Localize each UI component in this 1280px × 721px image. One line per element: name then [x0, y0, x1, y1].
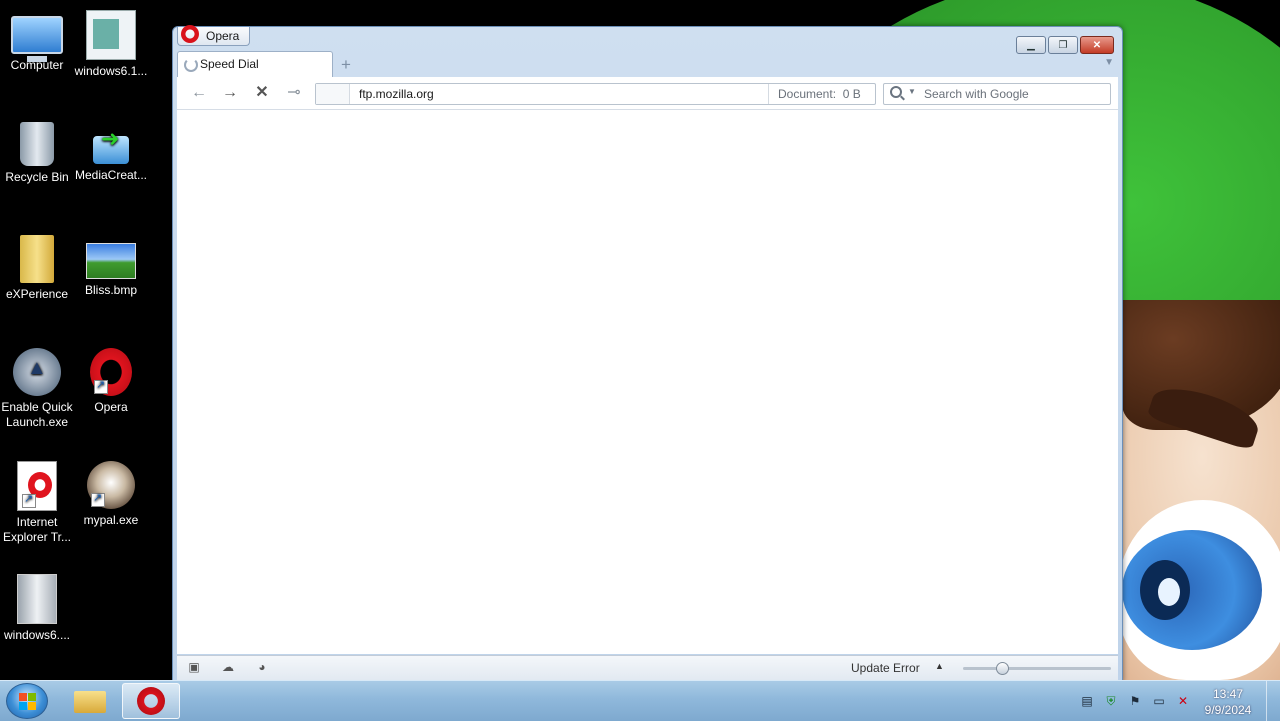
volume-muted-icon[interactable]: ✕: [1176, 694, 1190, 708]
media-creation-icon: [93, 126, 129, 164]
tab-bar: Speed Dial + ▼: [177, 51, 1118, 77]
computer-icon: [11, 16, 63, 62]
recycle-bin-icon: [20, 122, 54, 166]
mypal-icon: [87, 461, 135, 509]
desktop-icon-label: Recycle Bin: [5, 170, 69, 184]
document-tray-icon[interactable]: ▤: [1080, 694, 1094, 708]
restore-icon: ❐: [1058, 39, 1068, 51]
loading-spinner-icon: [184, 58, 198, 72]
opera-menu-label: Opera: [206, 29, 240, 43]
new-tab-button[interactable]: +: [341, 55, 351, 75]
installer-icon: [17, 574, 57, 624]
desktop-icon-label: windows6....: [3, 628, 71, 642]
opera-logo-icon: [181, 25, 199, 43]
tab-label: Speed Dial: [200, 57, 259, 71]
folder-icon: [74, 691, 106, 713]
zoom-slider-handle[interactable]: [996, 662, 1010, 675]
taskbar-opera-button[interactable]: [122, 683, 180, 719]
image-icon: [86, 243, 136, 279]
forward-arrow-icon[interactable]: →: [220, 83, 240, 103]
back-arrow-icon[interactable]: ←: [189, 83, 209, 103]
desktop-icon-ie-transfer[interactable]: Internet Explorer Tr...: [0, 461, 74, 545]
clock[interactable]: 13:47 9/9/2024: [1196, 686, 1260, 718]
address-separator: [768, 84, 769, 104]
opera-menu-button[interactable]: Opera: [177, 25, 251, 46]
network-icon[interactable]: ▭: [1152, 694, 1166, 708]
quick-launch-icon: [13, 348, 61, 396]
desktop-icon-label: Enable Quick Launch.exe: [1, 400, 73, 429]
desktop-icon-recycle-bin[interactable]: Recycle Bin: [0, 122, 74, 185]
site-badge[interactable]: [316, 84, 350, 104]
turbo-icon[interactable]: ◕: [255, 661, 269, 673]
desktop-icon-computer[interactable]: Computer: [0, 10, 74, 73]
folder-icon: [20, 235, 54, 283]
close-icon: ✕: [1092, 39, 1102, 51]
start-button[interactable]: [6, 683, 48, 719]
desktop-icon-quick-launch[interactable]: Enable Quick Launch.exe: [0, 348, 74, 430]
zoom-slider[interactable]: [963, 662, 1111, 675]
tab-list-chevron-icon[interactable]: ▼: [1104, 57, 1114, 68]
desktop-icon-media-creation[interactable]: MediaCreat...: [74, 122, 148, 183]
document-label: Document:: [778, 87, 837, 101]
desktop-icon-windows-update[interactable]: windows6.1...: [74, 10, 148, 79]
opera-icon: [137, 687, 165, 715]
document-icon: [86, 10, 136, 60]
panel-toggle-icon[interactable]: ▣: [187, 661, 201, 673]
shortcut-arrow-icon: [91, 491, 105, 507]
desktop-icon-label: Internet Explorer Tr...: [2, 515, 72, 544]
update-status[interactable]: Update Error: [851, 661, 920, 675]
shortcut-arrow-icon: [22, 492, 36, 508]
address-bar[interactable]: ftp.mozilla.org Document: 0 B: [315, 83, 876, 105]
taskbar: ▤ ⛨ ⚑ ▭ ✕ 13:47 9/9/2024: [0, 680, 1280, 721]
key-icon[interactable]: ⊸: [284, 83, 304, 103]
desktop-icon-label: MediaCreat...: [74, 168, 148, 182]
show-desktop-button[interactable]: [1266, 681, 1280, 721]
tab-speed-dial[interactable]: Speed Dial: [177, 51, 333, 77]
ie-transfer-icon: [17, 461, 57, 511]
address-url[interactable]: ftp.mozilla.org: [359, 87, 434, 101]
clock-date: 9/9/2024: [1204, 703, 1252, 717]
wallpaper-eye-shine: [1158, 578, 1180, 606]
desktop-icon-experience[interactable]: eXPerience: [0, 235, 74, 302]
minimize-icon: ▁: [1027, 39, 1035, 51]
desktop-icon-installer[interactable]: windows6....: [0, 574, 74, 643]
document-size: 0 B: [842, 87, 861, 101]
desktop-icon-label: Bliss.bmp: [84, 283, 137, 297]
desktop-icon-opera[interactable]: Opera: [74, 348, 148, 415]
desktop-icon-label: Opera: [94, 400, 128, 414]
search-icon: [890, 86, 902, 98]
search-box[interactable]: ▼: [883, 83, 1111, 105]
page-content: [177, 110, 1118, 654]
navigation-toolbar: ← → ✕ ⊸ ftp.mozilla.org Document: 0 B ▼: [177, 77, 1118, 110]
opera-icon: [90, 348, 132, 396]
search-input[interactable]: [922, 85, 1106, 103]
clock-time: 13:47: [1212, 687, 1244, 701]
desktop-icon-label: eXPerience: [5, 287, 69, 301]
opera-window: Opera ▁ ❐ ✕ Speed Dial + ▼ ← → ✕ ⊸ ftp.m…: [172, 25, 1123, 683]
desktop-icon-bliss[interactable]: Bliss.bmp: [74, 235, 148, 298]
desktop-icon-mypal[interactable]: mypal.exe: [74, 461, 148, 528]
stop-icon[interactable]: ✕: [252, 83, 272, 103]
security-shield-icon[interactable]: ⛨: [1104, 694, 1118, 708]
status-bar: ▣ ☁ ◕ Update Error ▲: [177, 655, 1118, 680]
action-center-flag-icon[interactable]: ⚑: [1128, 694, 1142, 708]
shortcut-arrow-icon: [94, 378, 108, 394]
opera-link-cloud-icon[interactable]: ☁: [221, 661, 235, 673]
taskbar-explorer-button[interactable]: [62, 683, 118, 719]
desktop-icon-label: mypal.exe: [83, 513, 139, 527]
status-up-arrow-icon[interactable]: ▲: [935, 661, 944, 671]
document-size-indicator: Document: 0 B: [778, 87, 861, 101]
search-engine-dropdown-icon[interactable]: ▼: [908, 87, 916, 96]
desktop-icon-label: windows6.1...: [74, 64, 148, 78]
